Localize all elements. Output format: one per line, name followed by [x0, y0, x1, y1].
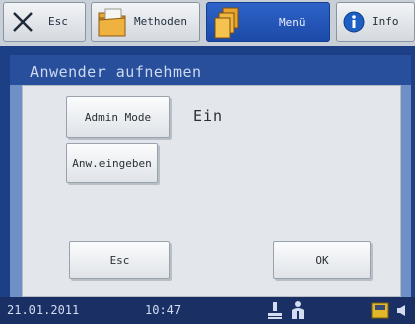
top-tab-bar: Esc Methoden Menü Info — [0, 0, 415, 46]
folder-icon — [97, 6, 127, 40]
dialog-titlebar: Anwender aufnehmen — [10, 55, 411, 85]
network-icon — [267, 301, 283, 323]
user-icon — [289, 300, 307, 323]
tab-methoden-label: Methoden — [134, 15, 187, 28]
tab-esc[interactable]: Esc — [3, 2, 86, 42]
esc-button[interactable]: Esc — [69, 241, 170, 279]
tab-menu[interactable]: Menü — [206, 2, 330, 42]
admin-mode-value: Ein — [193, 107, 224, 125]
enter-user-button[interactable]: Anw.eingeben — [66, 143, 158, 183]
dialog-body: Admin Mode Ein Anw.eingeben Esc OK — [22, 85, 401, 297]
tab-info-label: Info — [372, 15, 399, 28]
device-screen: Esc Methoden Menü Info Anwender aufnehme… — [0, 0, 415, 324]
tab-methoden[interactable]: Methoden — [91, 2, 200, 42]
dialog-window: Anwender aufnehmen Admin Mode Ein Anw.ei… — [10, 55, 411, 301]
tab-info[interactable]: Info — [336, 2, 415, 42]
tab-esc-label: Esc — [48, 15, 68, 28]
status-time: 10:47 — [145, 303, 182, 317]
admin-mode-button[interactable]: Admin Mode — [66, 96, 170, 138]
status-bar: 21.01.2011 10:47 — [0, 297, 415, 324]
files-icon — [213, 6, 241, 40]
dialog-title: Anwender aufnehmen — [30, 63, 202, 81]
info-icon — [343, 11, 365, 33]
status-date: 21.01.2011 — [7, 303, 80, 317]
close-x-icon — [10, 9, 36, 35]
storage-icon — [371, 302, 389, 322]
speaker-icon — [396, 304, 408, 320]
ok-button[interactable]: OK — [273, 241, 371, 279]
tab-menu-label: Menü — [279, 16, 306, 29]
